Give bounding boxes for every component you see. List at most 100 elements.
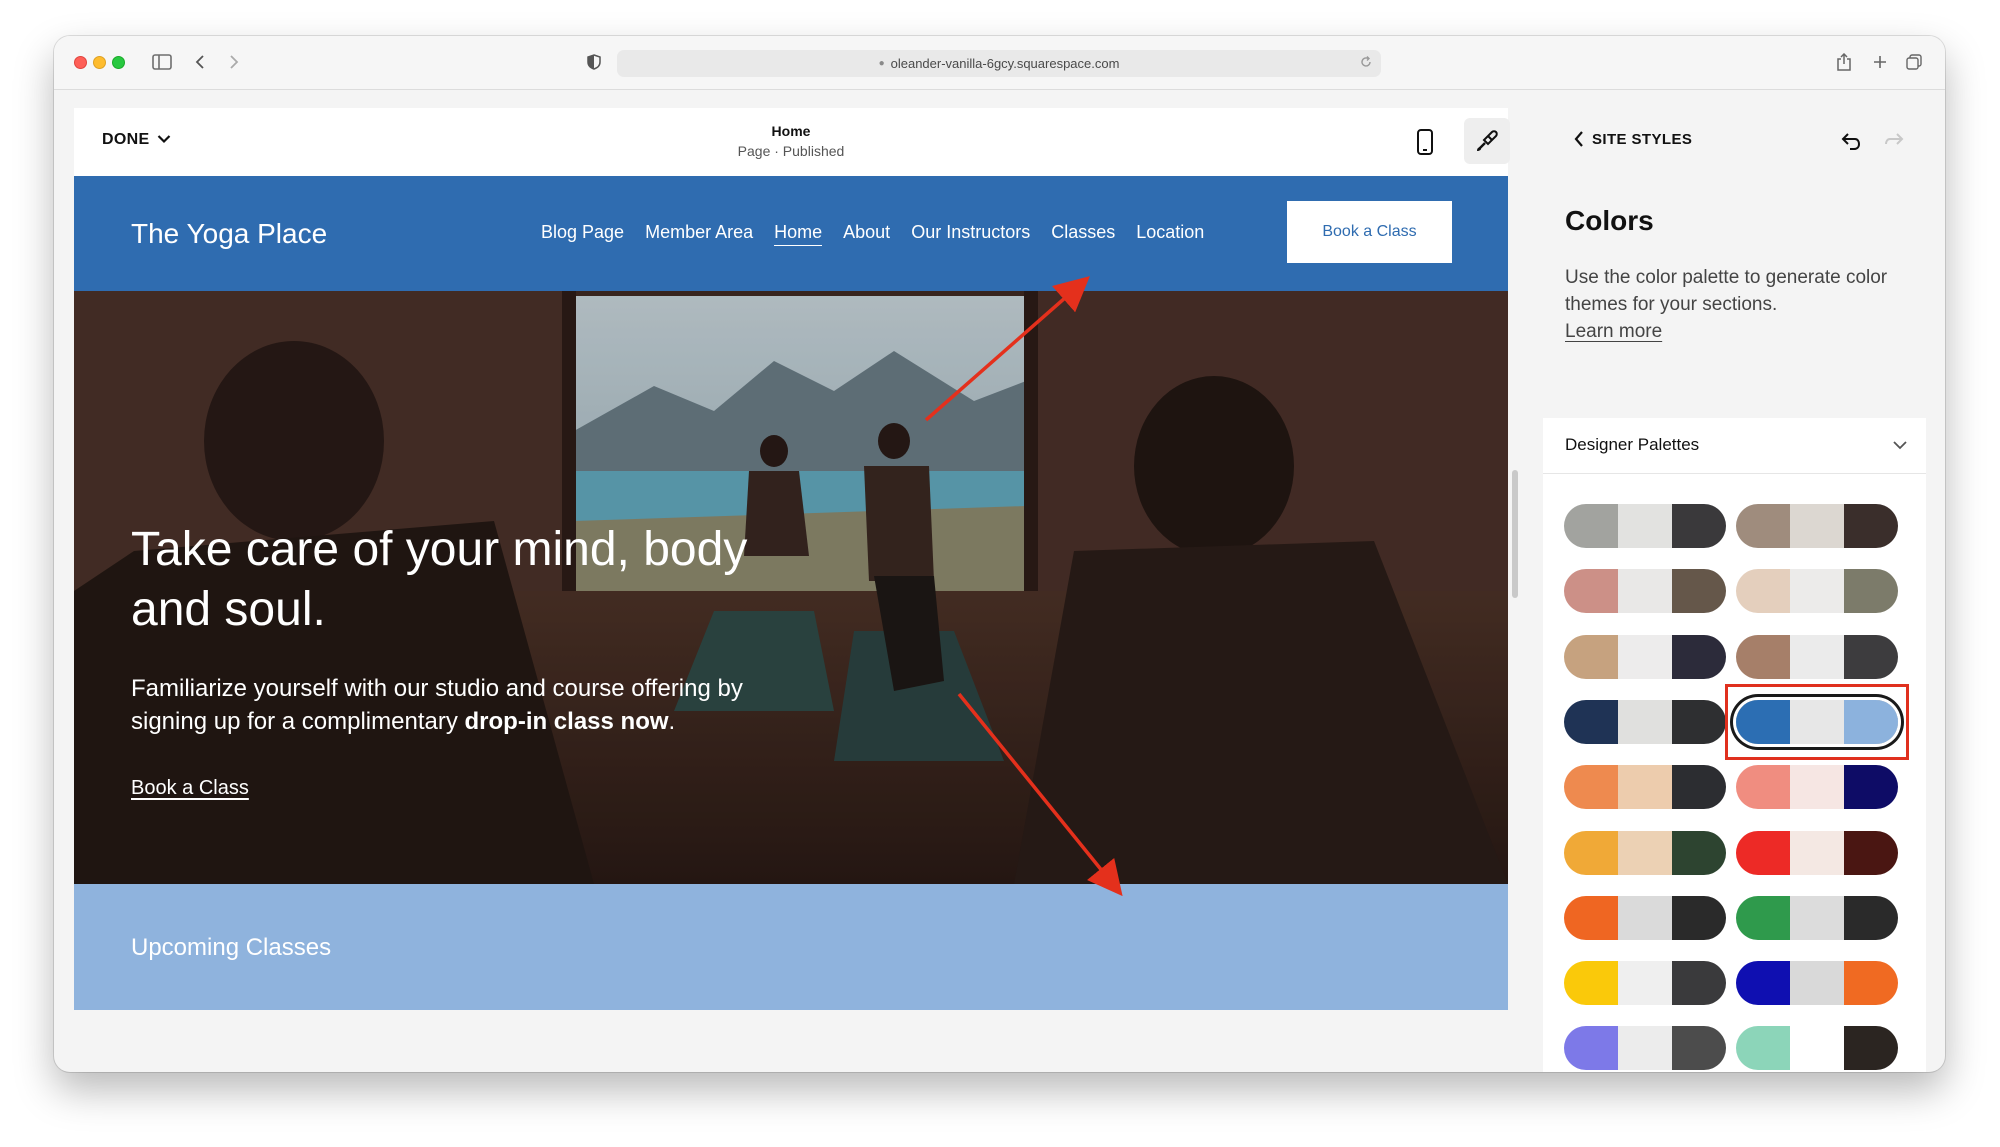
nav-our-instructors[interactable]: Our Instructors [911, 222, 1030, 246]
palette-color [1618, 569, 1672, 614]
palette-swatch[interactable] [1564, 699, 1726, 744]
palette-color [1790, 1026, 1844, 1071]
redo-icon[interactable] [1883, 130, 1907, 154]
page-title: Home [771, 123, 811, 139]
palette-color [1736, 961, 1790, 1006]
palette-swatch[interactable] [1736, 634, 1898, 679]
palette-color [1790, 895, 1844, 940]
palette-swatch[interactable] [1736, 895, 1898, 940]
palette-color [1672, 699, 1726, 744]
palette-color [1672, 961, 1726, 1006]
palette-color [1564, 634, 1618, 679]
hero-heading: Take care of your mind, body and soul. [131, 523, 748, 636]
palette-swatch[interactable] [1564, 830, 1726, 875]
zoom-window-button[interactable] [112, 56, 125, 69]
tab-overview-icon[interactable] [1904, 50, 1924, 74]
privacy-shield-icon[interactable] [584, 50, 604, 74]
chevron-down-icon [1891, 436, 1909, 454]
palette-swatch[interactable] [1736, 765, 1898, 810]
palettes-card: Designer Palettes [1543, 418, 1926, 1072]
nav-location[interactable]: Location [1136, 222, 1204, 246]
palette-color [1790, 504, 1844, 548]
browser-toolbar: ● oleander-vanilla-6gcy.squarespace.com [54, 36, 1945, 90]
panel-description: Use the color palette to generate color … [1565, 264, 1895, 345]
palettes-dropdown[interactable]: Designer Palettes [1543, 418, 1926, 474]
palette-swatch[interactable] [1564, 569, 1726, 614]
paintbrush-icon [1477, 130, 1498, 151]
palette-color [1790, 699, 1844, 744]
forward-icon[interactable] [224, 50, 244, 74]
site-header: The Yoga Place Blog Page Member Area Hom… [74, 176, 1508, 291]
site-preview: The Yoga Place Blog Page Member Area Hom… [74, 176, 1508, 1010]
nav-about[interactable]: About [843, 222, 890, 246]
palette-color [1618, 1026, 1672, 1071]
palette-swatch[interactable] [1564, 1026, 1726, 1071]
preview-scrollbar[interactable] [1512, 470, 1518, 598]
palette-color [1618, 961, 1672, 1006]
palette-color [1618, 504, 1672, 548]
nav-member-area[interactable]: Member Area [645, 222, 753, 246]
nav-classes[interactable]: Classes [1051, 222, 1115, 246]
hero-book-a-class-link[interactable]: Book a Class [131, 777, 249, 800]
palette-color [1618, 895, 1672, 940]
palette-color [1790, 830, 1844, 875]
hero-body-end: . [668, 708, 676, 735]
back-icon[interactable] [190, 50, 210, 74]
palette-swatch[interactable] [1564, 634, 1726, 679]
palette-color [1790, 569, 1844, 614]
palette-color [1844, 504, 1898, 548]
mobile-preview-icon[interactable] [1414, 128, 1436, 156]
page-info: Home Page · Published [74, 123, 1508, 159]
palette-color [1672, 634, 1726, 679]
palette-swatch[interactable] [1736, 830, 1898, 875]
editor-frame: DONE Home Page · Published The Yoga Plac… [74, 108, 1510, 1010]
palette-swatch[interactable] [1564, 504, 1726, 548]
palette-color [1844, 961, 1898, 1006]
new-tab-icon[interactable] [1870, 50, 1890, 74]
palette-color [1844, 634, 1898, 679]
lock-icon: ● [878, 58, 885, 69]
site-title[interactable]: The Yoga Place [131, 218, 327, 250]
learn-more-link[interactable]: Learn more [1565, 321, 1662, 342]
minimize-window-button[interactable] [93, 56, 106, 69]
palette-swatch[interactable] [1736, 569, 1898, 614]
palette-color [1736, 634, 1790, 679]
site-styles-back-button[interactable]: SITE STYLES [1574, 130, 1692, 148]
palette-color [1790, 961, 1844, 1006]
palette-color [1564, 504, 1618, 548]
upcoming-classes-section: Upcoming Classes [74, 884, 1508, 1010]
close-window-button[interactable] [74, 56, 87, 69]
palette-color [1672, 765, 1726, 810]
palette-color [1564, 830, 1618, 875]
url-text: oleander-vanilla-6gcy.squarespace.com [890, 56, 1120, 71]
palette-swatch[interactable] [1564, 895, 1726, 940]
share-icon[interactable] [1834, 50, 1854, 74]
editor-header: DONE Home Page · Published [74, 108, 1510, 176]
book-a-class-button[interactable]: Book a Class [1287, 201, 1452, 263]
palette-swatch[interactable] [1564, 961, 1726, 1006]
palette-color [1844, 895, 1898, 940]
palette-color [1736, 765, 1790, 810]
palette-swatch[interactable] [1736, 961, 1898, 1006]
undo-icon[interactable] [1838, 130, 1862, 154]
nav-blog-page[interactable]: Blog Page [541, 222, 624, 246]
palette-color [1844, 1026, 1898, 1071]
address-bar[interactable]: ● oleander-vanilla-6gcy.squarespace.com [617, 50, 1381, 77]
palette-color [1736, 895, 1790, 940]
palette-swatch[interactable] [1736, 699, 1898, 744]
reload-icon[interactable] [1359, 55, 1373, 72]
palette-color [1736, 1026, 1790, 1071]
palette-swatch[interactable] [1736, 1026, 1898, 1071]
palette-color [1618, 634, 1672, 679]
palette-swatch[interactable] [1564, 765, 1726, 810]
sidebar-toggle-icon[interactable] [150, 50, 174, 74]
palette-color [1564, 569, 1618, 614]
palette-swatch[interactable] [1736, 504, 1898, 548]
panel-heading: Colors [1565, 205, 1654, 236]
palette-color [1564, 765, 1618, 810]
nav-home[interactable]: Home [774, 222, 823, 246]
site-styles-button[interactable] [1464, 118, 1510, 164]
palette-color [1844, 569, 1898, 614]
palette-color [1672, 504, 1726, 548]
palette-color [1672, 895, 1726, 940]
